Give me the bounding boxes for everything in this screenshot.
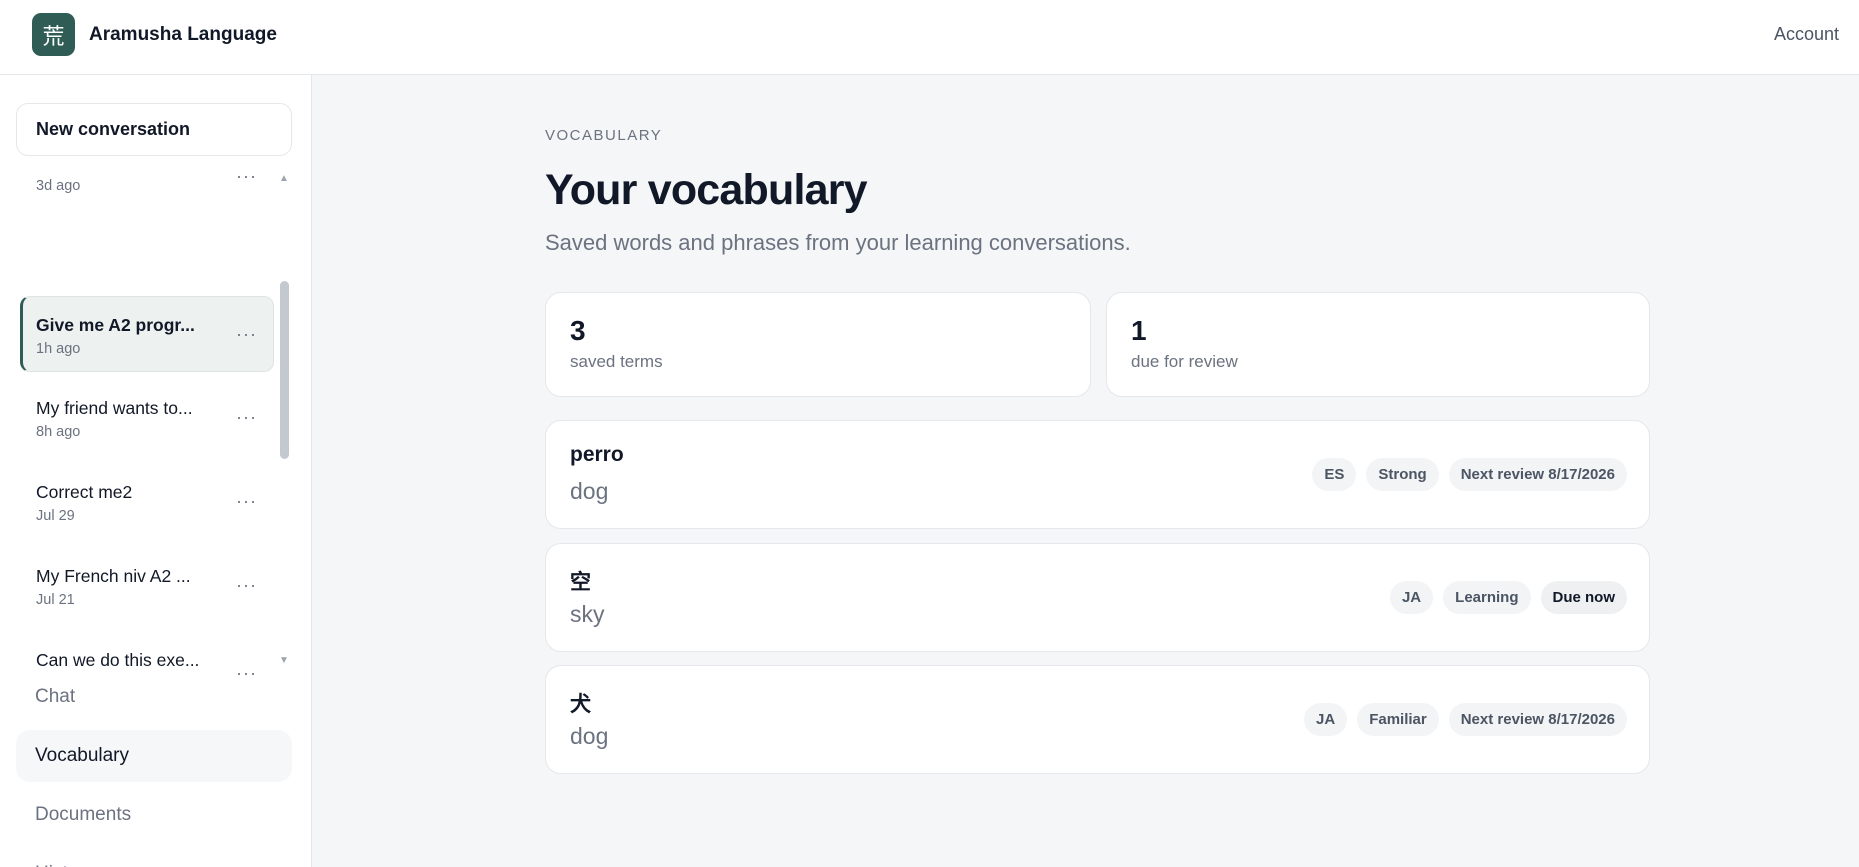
vocabulary-tags: JA Familiar Next review 8/17/2026 xyxy=(1304,703,1627,736)
scrollbar-thumb[interactable] xyxy=(280,281,289,459)
conversation-title: Give me A2 progr... xyxy=(36,315,195,335)
strength-badge: Strong xyxy=(1366,458,1439,491)
sidebar: New conversation 3d ago ··· Give me A2 p… xyxy=(0,75,312,867)
conversation-item-active[interactable]: Give me A2 progr... 1h ago ··· xyxy=(20,296,274,372)
page-eyebrow: VOCABULARY xyxy=(545,127,663,144)
chevron-down-icon[interactable]: ▼ xyxy=(278,655,290,666)
vocabulary-term: 犬 xyxy=(570,693,591,716)
stat-label: saved terms xyxy=(570,352,663,371)
nav-chat[interactable]: Chat xyxy=(16,671,292,723)
app-name[interactable]: Aramusha Language xyxy=(89,24,277,46)
conversation-time: Jul 21 xyxy=(36,592,75,608)
more-options-icon[interactable]: ··· xyxy=(236,408,257,426)
review-badge: Next review 8/17/2026 xyxy=(1448,703,1627,736)
vocabulary-item[interactable]: 空 sky JA Learning Due now xyxy=(545,543,1650,652)
vocabulary-term: perro xyxy=(570,443,624,466)
conversation-time: 3d ago xyxy=(36,178,81,194)
vocabulary-meaning: sky xyxy=(570,601,605,627)
vocabulary-tags: ES Strong Next review 8/17/2026 xyxy=(1312,458,1627,491)
more-options-icon[interactable]: ··· xyxy=(236,576,257,594)
nav-history[interactable]: History xyxy=(16,848,292,867)
page-subtitle: Saved words and phrases from your learni… xyxy=(545,230,1131,255)
vocabulary-item[interactable]: perro dog ES Strong Next review 8/17/202… xyxy=(545,420,1650,529)
conversation-time: 1h ago xyxy=(36,341,81,357)
review-badge: Next review 8/17/2026 xyxy=(1448,458,1627,491)
vocabulary-meaning: dog xyxy=(570,723,609,749)
vocabulary-item[interactable]: 犬 dog JA Familiar Next review 8/17/2026 xyxy=(545,665,1650,774)
chevron-up-icon[interactable]: ▲ xyxy=(278,173,290,184)
nav-documents[interactable]: Documents xyxy=(16,789,292,841)
stat-value: 1 xyxy=(1131,315,1147,346)
account-link[interactable]: Account xyxy=(1774,24,1839,45)
due-now-badge: Due now xyxy=(1540,581,1627,614)
strength-badge: Familiar xyxy=(1357,703,1439,736)
language-badge: ES xyxy=(1312,458,1357,491)
conversation-item[interactable]: 3d ago ··· xyxy=(20,167,274,245)
conversation-title: My French niv A2 ... xyxy=(36,566,191,586)
more-options-icon[interactable]: ··· xyxy=(236,492,257,510)
conversation-title: My friend wants to... xyxy=(36,398,193,418)
conversation-title: Correct me2 xyxy=(36,482,133,502)
vocabulary-tags: JA Learning Due now xyxy=(1389,581,1627,614)
conversation-item[interactable]: My friend wants to... 8h ago ··· xyxy=(20,380,274,456)
language-badge: JA xyxy=(1304,703,1348,736)
conversation-title: Can we do this exe... xyxy=(36,650,200,670)
conversation-time: Jul 29 xyxy=(36,508,75,524)
stat-value: 3 xyxy=(570,315,586,346)
strength-badge: Learning xyxy=(1443,581,1531,614)
conversation-time: 8h ago xyxy=(36,424,81,440)
conversation-item[interactable]: My French niv A2 ... Jul 21 ··· xyxy=(20,548,274,624)
conversation-item[interactable]: Correct me2 Jul 29 ··· xyxy=(20,464,274,540)
language-badge: JA xyxy=(1389,581,1434,614)
stat-card-saved-terms: 3 saved terms xyxy=(545,292,1091,397)
nav-vocabulary[interactable]: Vocabulary xyxy=(16,730,292,782)
stat-card-due-for-review: 1 due for review xyxy=(1106,292,1650,397)
vocabulary-meaning: dog xyxy=(570,478,609,504)
page-title: Your vocabulary xyxy=(545,166,868,214)
stat-label: due for review xyxy=(1131,352,1238,371)
app-logo-icon[interactable]: 荒 xyxy=(32,13,75,56)
more-options-icon[interactable]: ··· xyxy=(236,167,257,185)
conversation-list[interactable]: 3d ago ··· Give me A2 progr... 1h ago ··… xyxy=(0,167,290,679)
top-bar: 荒 Aramusha Language Account xyxy=(0,0,1859,75)
more-options-icon[interactable]: ··· xyxy=(236,325,257,343)
new-conversation-button[interactable]: New conversation xyxy=(16,103,292,156)
vocabulary-term: 空 xyxy=(570,571,591,594)
